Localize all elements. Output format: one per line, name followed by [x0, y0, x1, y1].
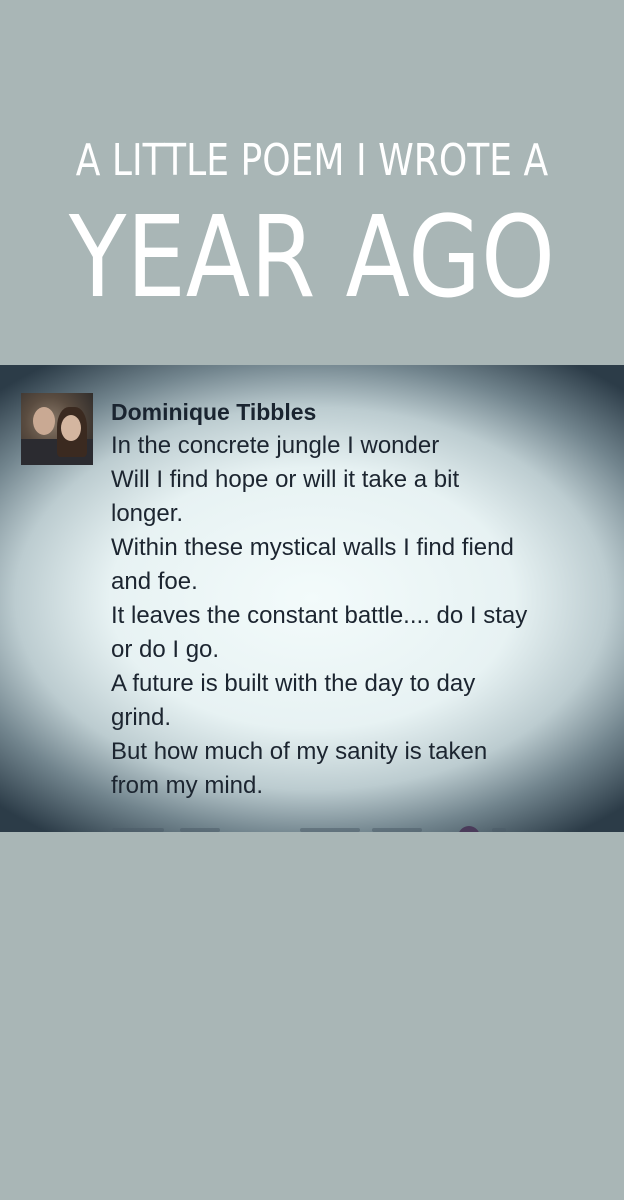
poem-line: or do I go. — [111, 636, 220, 663]
poem-line: grind. — [111, 704, 172, 731]
story-title-line-1: A LITTLE POEM I WROTE A — [75, 135, 549, 186]
profile-photo-icon — [21, 393, 93, 465]
poem-line: from my mind. — [111, 772, 264, 799]
poem-line: Within these mystical walls I find fiend — [111, 534, 514, 561]
poem-line: A future is built with the day to day — [111, 670, 476, 697]
poem-line: But how much of my sanity is taken — [111, 738, 488, 765]
reaction-icon — [458, 826, 480, 832]
post-author-name: Dominique Tibbles — [111, 399, 317, 425]
poem-line: It leaves the constant battle.... do I s… — [111, 602, 528, 629]
post-screenshot: Dominique Tibbles In the concrete jungle… — [0, 365, 624, 832]
poem-text: In the concrete jungle I wonder Will I f… — [111, 429, 611, 803]
story-title-line-2: YEAR AGO — [68, 193, 556, 323]
poem-line: and foe. — [111, 568, 198, 595]
poem-line: longer. — [111, 500, 184, 527]
poem-line: Will I find hope or will it take a bit — [111, 466, 460, 493]
post-footer-cropped — [0, 824, 624, 832]
poem-line: In the concrete jungle I wonder — [111, 432, 440, 459]
